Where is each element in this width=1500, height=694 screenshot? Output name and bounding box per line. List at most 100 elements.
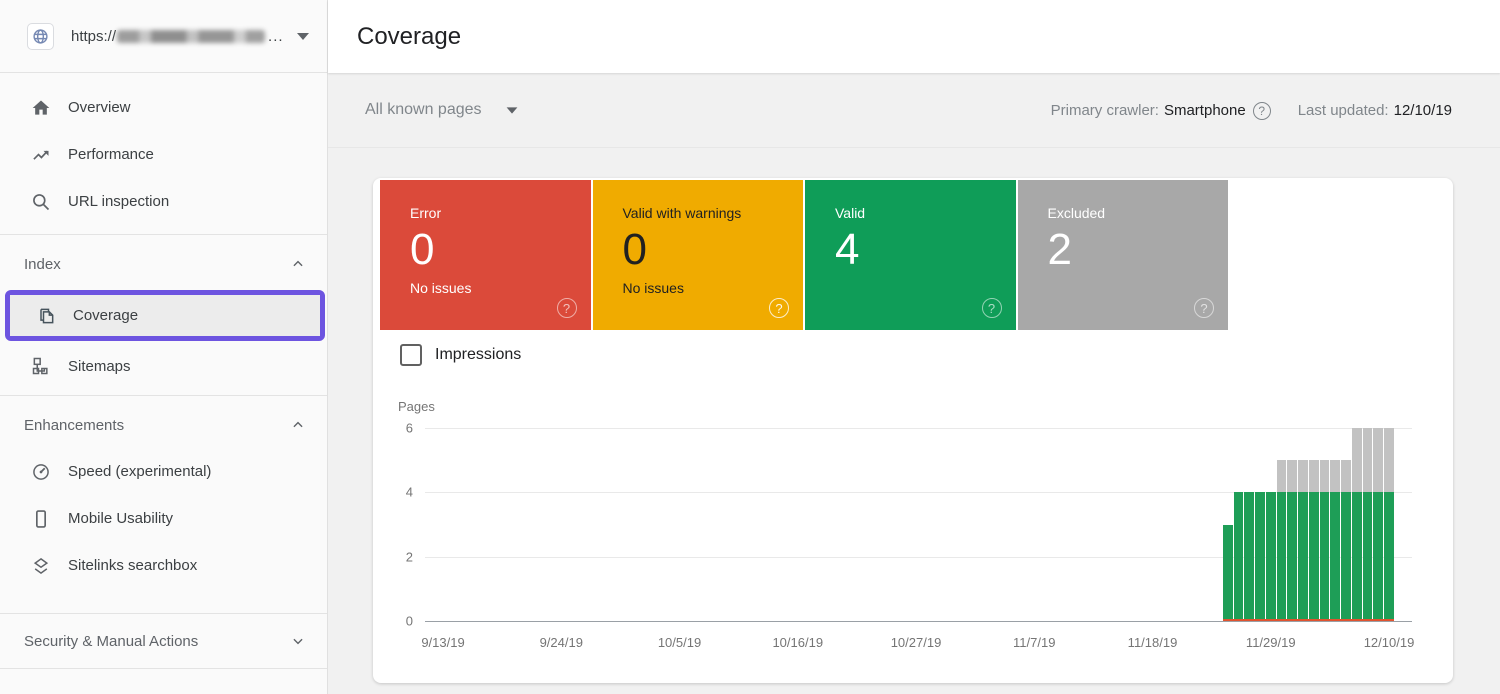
property-favicon-box: [27, 23, 54, 50]
sitemap-icon: [30, 356, 51, 376]
status-card-error[interactable]: Error 0 No issues ?: [380, 180, 591, 330]
sidebar-item-url-inspection[interactable]: URL inspection: [0, 178, 327, 225]
chart-bar-excluded[interactable]: [1341, 460, 1351, 492]
card-count: 2: [1048, 225, 1229, 276]
mobile-phone-icon: [30, 509, 51, 529]
chart-bar-excluded[interactable]: [1330, 460, 1340, 492]
section-header-index[interactable]: Index: [0, 241, 327, 287]
status-card-valid[interactable]: Valid 4 ?: [805, 180, 1016, 330]
gridline: [425, 428, 1412, 429]
sidebar-item-sitemaps[interactable]: Sitemaps: [0, 345, 327, 387]
sidebar-item-sitelinks-searchbox[interactable]: Sitelinks searchbox: [0, 542, 327, 589]
page-header: Coverage: [328, 0, 1500, 73]
toolbar: All known pages Primary crawler: Smartph…: [328, 73, 1500, 148]
chart-bar-excluded[interactable]: [1352, 428, 1362, 492]
chart-bar-valid[interactable]: [1277, 492, 1287, 621]
chart-bar-valid[interactable]: [1287, 492, 1297, 621]
sidebar-item-mobile-usability[interactable]: Mobile Usability: [0, 495, 327, 542]
status-card-valid-with-warnings[interactable]: Valid with warnings 0 No issues ?: [593, 180, 804, 330]
property-url: https://...: [71, 28, 284, 45]
property-dropdown-caret-icon[interactable]: [297, 33, 309, 40]
chart-plot: 9/13/199/24/1910/5/1910/16/1910/27/1911/…: [425, 428, 1412, 621]
sidebar-section-index: Index Coverage Sitemaps: [0, 235, 327, 395]
help-circle-icon[interactable]: ?: [1194, 298, 1214, 318]
help-circle-icon[interactable]: ?: [1253, 102, 1271, 120]
sitelinks-layers-icon: [30, 556, 51, 576]
chart-bar-valid[interactable]: [1298, 492, 1308, 621]
chart-bar-valid[interactable]: [1234, 492, 1244, 621]
chart-bar-valid[interactable]: [1320, 492, 1330, 621]
x-tick-label: 9/13/19: [421, 635, 464, 650]
section-label: Enhancements: [24, 417, 124, 434]
speed-gauge-icon: [30, 462, 51, 482]
card-label: Error: [410, 205, 591, 221]
x-tick-label: 10/16/19: [772, 635, 823, 650]
card-label: Valid: [835, 205, 1016, 221]
chart-bar-excluded[interactable]: [1373, 428, 1383, 492]
chart-bar-excluded[interactable]: [1363, 428, 1373, 492]
chart-bar-excluded[interactable]: [1277, 460, 1287, 492]
search-console-coverage-page: https://... Overview Performance: [0, 0, 1500, 694]
sidebar-item-label: Overview: [68, 99, 131, 116]
y-tick-label: 6: [373, 421, 413, 436]
sidebar-item-performance[interactable]: Performance: [0, 131, 327, 178]
section-header-security-manual-actions[interactable]: Security & Manual Actions: [0, 614, 327, 668]
chart-bar-excluded[interactable]: [1309, 460, 1319, 492]
x-tick-label: 11/18/19: [1128, 635, 1178, 650]
chart-bar-valid[interactable]: [1352, 492, 1362, 621]
chart-bar-excluded[interactable]: [1287, 460, 1297, 492]
toolbar-right: Primary crawler: Smartphone ? Last updat…: [1051, 73, 1452, 148]
card-label: Valid with warnings: [623, 205, 804, 221]
x-tick-label: 10/27/19: [891, 635, 942, 650]
page-filter-dropdown[interactable]: All known pages: [365, 101, 518, 119]
sidebar-item-overview[interactable]: Overview: [0, 84, 327, 131]
sidebar-item-speed[interactable]: Speed (experimental): [0, 448, 327, 495]
section-label: Security & Manual Actions: [24, 633, 198, 650]
sidebar-item-label: Speed (experimental): [68, 463, 211, 480]
help-circle-icon[interactable]: ?: [769, 298, 789, 318]
x-tick-label: 12/10/19: [1364, 635, 1415, 650]
help-circle-icon[interactable]: ?: [557, 298, 577, 318]
coverage-pages-icon: [35, 306, 56, 326]
chart-bar-valid[interactable]: [1309, 492, 1319, 621]
chart-bar-valid[interactable]: [1266, 492, 1276, 621]
section-header-enhancements[interactable]: Enhancements: [0, 402, 327, 448]
status-card-excluded[interactable]: Excluded 2 ?: [1018, 180, 1229, 330]
chart-y-labels: 6420: [373, 428, 413, 621]
impressions-toggle[interactable]: Impressions: [400, 344, 521, 366]
last-updated-label: Last updated:: [1298, 102, 1389, 119]
x-tick-label: 10/5/19: [658, 635, 701, 650]
chart-bar-valid[interactable]: [1223, 525, 1233, 622]
globe-icon: [32, 28, 49, 45]
help-circle-icon[interactable]: ?: [982, 298, 1002, 318]
sidebar-item-label: Mobile Usability: [68, 510, 173, 527]
impressions-checkbox[interactable]: [400, 344, 422, 366]
chart-bar-valid[interactable]: [1330, 492, 1340, 621]
sidebar-nav-top: Overview Performance URL inspection: [0, 73, 327, 225]
chevron-down-icon: [291, 634, 305, 653]
chart-bar-valid[interactable]: [1363, 492, 1373, 621]
chart-bar-valid[interactable]: [1244, 492, 1254, 621]
sidebar-item-coverage[interactable]: Coverage: [10, 295, 320, 336]
sidebar-section-enhancements: Enhancements Speed (experimental) Mobile…: [0, 396, 327, 597]
sidebar-item-label: Sitemaps: [68, 358, 131, 375]
chart-bar-valid[interactable]: [1373, 492, 1383, 621]
chart-bar-excluded[interactable]: [1384, 428, 1394, 492]
chart-bar-valid[interactable]: [1384, 492, 1394, 621]
chart-bar-valid[interactable]: [1341, 492, 1351, 621]
sidebar-item-label: Performance: [68, 146, 154, 163]
card-subtext: No issues: [410, 280, 591, 296]
main-area: Coverage All known pages Primary crawler…: [328, 0, 1500, 694]
chart-error-baseline: [1223, 619, 1394, 621]
property-selector[interactable]: https://...: [0, 0, 327, 73]
primary-crawler-label: Primary crawler:: [1051, 102, 1159, 119]
performance-icon: [30, 145, 51, 165]
page-filter-label: All known pages: [365, 101, 482, 119]
card-subtext: No issues: [623, 280, 804, 296]
sidebar-divider: [0, 668, 327, 669]
chart-bar-excluded[interactable]: [1298, 460, 1308, 492]
sidebar-item-label: Sitelinks searchbox: [68, 557, 197, 574]
chart-bar-valid[interactable]: [1255, 492, 1265, 621]
chart-bar-excluded[interactable]: [1320, 460, 1330, 492]
sidebar: https://... Overview Performance: [0, 0, 328, 694]
